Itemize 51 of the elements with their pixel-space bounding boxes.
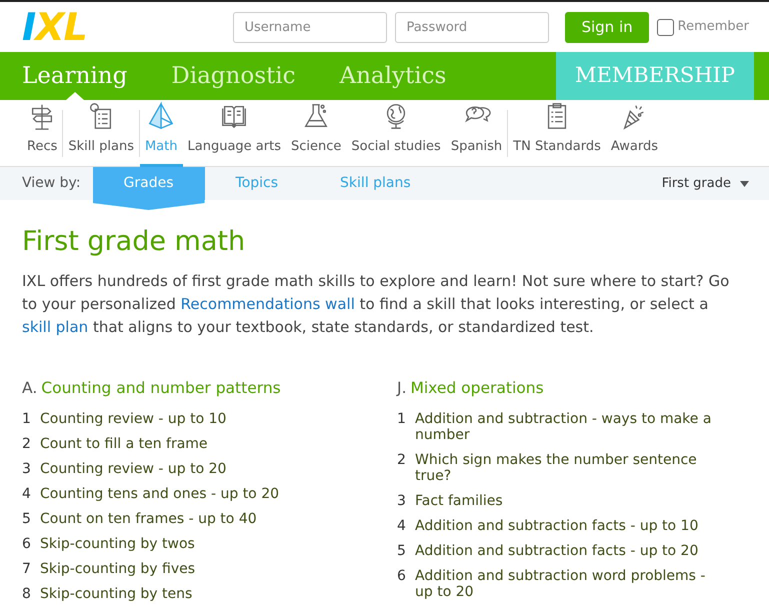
section-title: Counting and number patterns — [41, 378, 281, 400]
skill-link[interactable]: Counting review - up to 20 — [40, 460, 226, 477]
skill-link[interactable]: Count on ten frames - up to 40 — [40, 510, 257, 527]
section-letter: J. — [397, 378, 406, 400]
subject-tab[interactable]: Awards — [606, 100, 663, 167]
page-title: First grade math — [22, 226, 246, 258]
password-field[interactable]: Password — [395, 12, 550, 42]
username-field[interactable]: Username — [233, 12, 388, 42]
skill-link[interactable]: Count to fill a ten frame — [40, 436, 208, 452]
skill-number: 2 — [22, 436, 32, 452]
skill-link[interactable]: Skip-counting by tens — [40, 586, 192, 602]
skill-number: 2 — [397, 452, 407, 470]
remember-checkbox[interactable] — [656, 18, 674, 36]
subject-tab[interactable]: Skill plans — [63, 100, 139, 167]
skill-number: 6 — [397, 568, 407, 586]
subject-tab[interactable]: TN Standards — [508, 100, 606, 167]
skill-number: 1 — [22, 410, 32, 427]
skill-number: 7 — [22, 560, 32, 577]
skill-number: 3 — [397, 492, 407, 509]
text-link[interactable]: skill plan — [22, 318, 88, 336]
skill-number: 4 — [22, 486, 32, 502]
section-title: Mixed operations — [410, 378, 544, 400]
subject-tab[interactable]: Science — [286, 100, 346, 167]
caret-icon — [740, 180, 749, 186]
skill-link[interactable]: Addition and subtraction word problems - up to 20 — [415, 568, 717, 600]
remember-label: Remember — [678, 18, 749, 36]
section-letter: A. — [22, 378, 38, 400]
subject-tab[interactable]: Recs — [22, 100, 62, 167]
skill-link[interactable]: Addition and subtraction facts - up to 20 — [415, 542, 698, 559]
intro-paragraph: IXL offers hundreds of first grade math skills to explore and learn! Not sure where to start? Go to your personalized Recommendations wall to find a skill that looks interesting, or select a skill plan that aligns to your textbook, state standards, or standardized test. — [22, 271, 730, 338]
text-link[interactable]: Recommendations wall — [180, 295, 355, 314]
view-by-label: View by: — [22, 174, 81, 193]
skill-link[interactable]: Addition and subtraction facts - up to 10 — [415, 518, 698, 534]
skill-link[interactable]: Counting review - up to 10 — [40, 410, 226, 427]
skill-link[interactable]: Fact families — [415, 492, 503, 509]
skill-link[interactable]: Skip-counting by fives — [40, 560, 196, 577]
skill-number: 6 — [22, 536, 32, 552]
subject-tab[interactable]: Social studies — [346, 100, 446, 167]
skill-number: 5 — [397, 542, 407, 559]
skill-number: 4 — [397, 518, 407, 534]
skill-link[interactable]: Which sign makes the number sentence true? — [415, 452, 717, 484]
skill-number: 5 — [22, 510, 32, 527]
skill-link[interactable]: Addition and subtraction - ways to make a number — [415, 410, 717, 443]
skill-link[interactable]: Counting tens and ones - up to 20 — [40, 486, 280, 502]
grade-dropdown[interactable]: First grade — [662, 174, 749, 194]
subject-tab[interactable]: Language arts — [182, 100, 286, 167]
subject-tab[interactable]: Spanish — [446, 100, 508, 167]
skill-link[interactable]: Skip-counting by twos — [40, 536, 195, 552]
skill-number: 3 — [22, 460, 32, 477]
skill-number: 8 — [22, 586, 32, 602]
skill-number: 1 — [397, 410, 407, 429]
